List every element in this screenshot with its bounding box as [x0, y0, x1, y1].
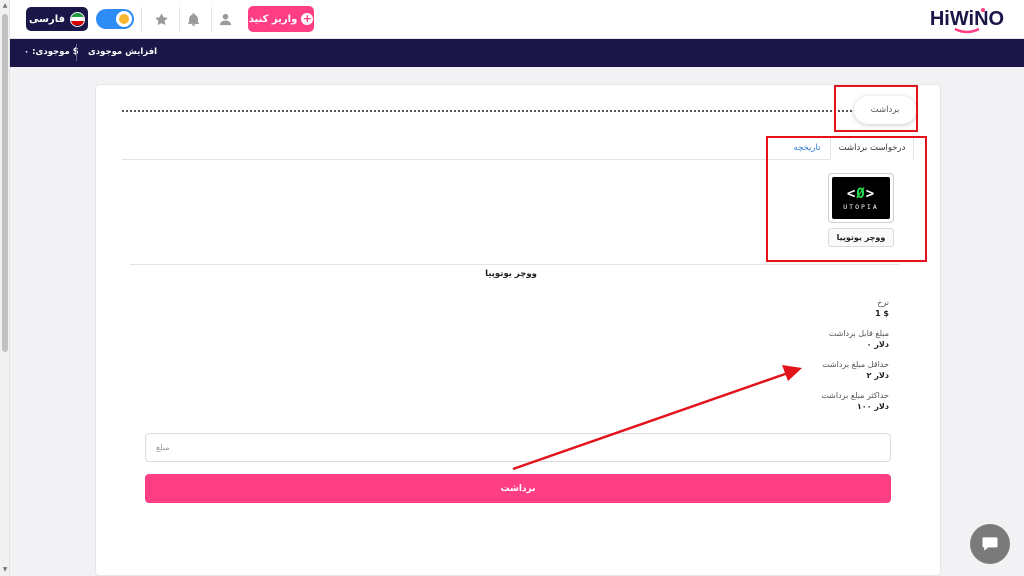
sun-icon — [119, 14, 129, 24]
header-divider — [141, 7, 142, 31]
sub-header: موجودی: ۰ $ افزایش موجودی — [10, 39, 1024, 67]
info-withdrawable: مبلغ قابل برداشت ۰ دلار — [828, 329, 889, 349]
language-label: فارسی — [28, 13, 65, 25]
hiwino-logo[interactable]: HiWiNO — [922, 4, 1012, 34]
page-scrollbar[interactable]: ▲ ▼ — [0, 0, 10, 576]
withdraw-card: برداشت درخواست برداشت تاریخچه <Ø> UTOPIA… — [95, 84, 941, 576]
user-icon — [219, 13, 231, 25]
deposit-button[interactable]: واریز کنید + — [248, 6, 314, 32]
logo-text: HiWiNO — [930, 8, 1004, 30]
annotation-box-title — [834, 85, 918, 132]
notifications-button[interactable] — [180, 6, 206, 32]
title-dotted-line — [122, 110, 856, 112]
annotation-box-voucher — [766, 136, 927, 262]
plus-circle-icon: + — [301, 12, 314, 25]
language-button[interactable]: فارسی — [26, 7, 88, 31]
info-max-withdraw: حداکثر مبلغ برداشت ۱۰۰ دلار — [821, 391, 889, 411]
bell-icon — [187, 12, 199, 26]
flag-iran-icon — [70, 11, 85, 27]
profile-button[interactable] — [212, 6, 238, 32]
scroll-down-arrow-icon[interactable]: ▼ — [1, 565, 9, 575]
amount-input[interactable] — [145, 433, 891, 462]
selected-method-title: ووچر یوتوپیا — [485, 269, 537, 279]
deposit-label: واریز کنید — [248, 13, 298, 25]
withdraw-submit-button[interactable]: برداشت — [145, 474, 891, 503]
info-min-withdraw: حداقل مبلغ برداشت ۲ دلار — [822, 360, 889, 380]
star-icon — [154, 12, 168, 25]
scrollbar-thumb[interactable] — [2, 14, 8, 352]
chat-icon — [982, 537, 998, 551]
subheader-divider — [76, 44, 77, 61]
scroll-up-arrow-icon[interactable]: ▲ — [1, 1, 9, 11]
increase-balance-link[interactable]: افزایش موجودی — [88, 47, 157, 57]
top-header: فارسی واریز کنید + HiWiNO — [10, 0, 1024, 39]
favorites-button[interactable] — [148, 6, 174, 32]
balance-text: موجودی: ۰ $ — [24, 47, 79, 57]
live-chat-button[interactable] — [970, 524, 1010, 564]
section-divider — [130, 264, 900, 265]
info-rate: نرخ 1 $ — [875, 298, 889, 318]
theme-toggle[interactable] — [96, 9, 134, 29]
